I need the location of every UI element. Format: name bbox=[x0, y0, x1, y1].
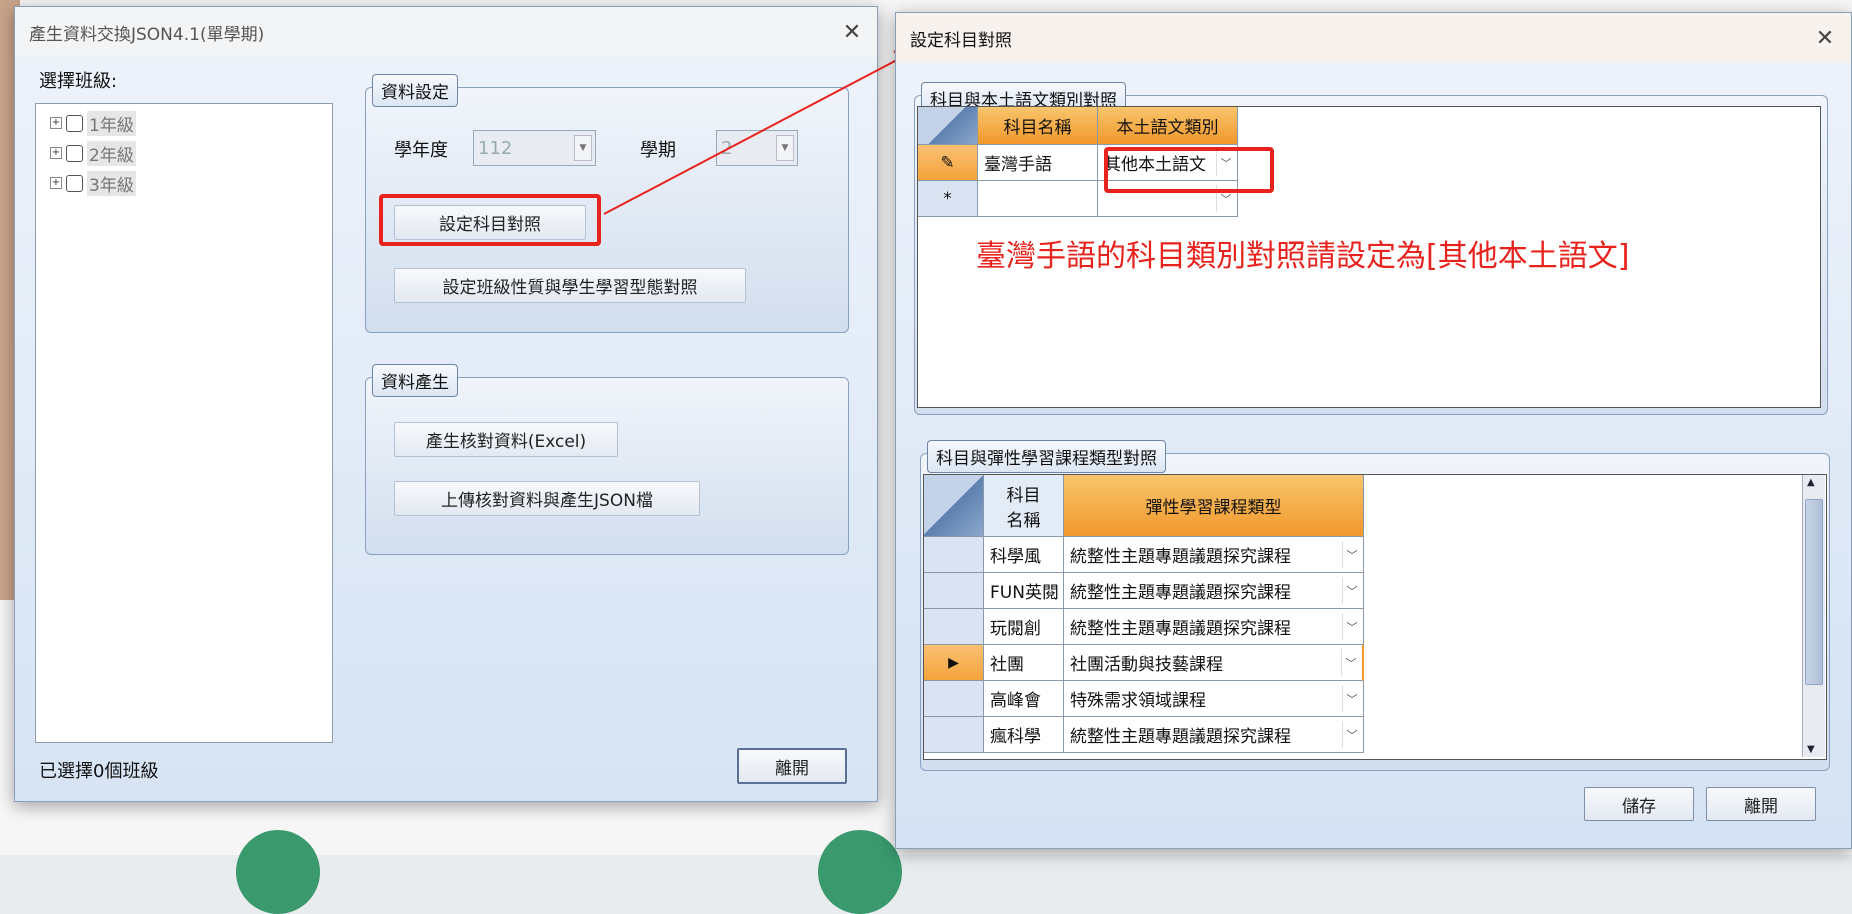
course-type-value: 特殊需求領域課程 bbox=[1070, 691, 1206, 711]
grid-corner bbox=[924, 475, 984, 537]
chevron-down-icon[interactable]: ﹀ bbox=[1216, 149, 1235, 176]
row-edit-icon[interactable]: ✎ bbox=[918, 145, 978, 181]
row-selected-icon[interactable]: ▶ bbox=[924, 645, 984, 681]
flexible-course-grid[interactable]: 科目 名稱 彈性學習課程類型 科學風 統整性主題專題議題探究課程 ﹀ FUN英閱… bbox=[923, 474, 1827, 760]
column-header[interactable]: 彈性學習課程類型 bbox=[1064, 475, 1364, 537]
scrollbar-thumb[interactable] bbox=[1805, 499, 1823, 685]
course-type-value: 社團活動與技藝課程 bbox=[1070, 655, 1223, 675]
close-icon[interactable]: ✕ bbox=[1810, 23, 1840, 53]
category-select[interactable]: 其他本土語文 ﹀ bbox=[1098, 145, 1238, 181]
group-caption: 科目與彈性學習課程類型對照 bbox=[927, 440, 1166, 473]
subject-map-window: 設定科目對照 ✕ 科目與本土語文類別對照 科目名稱 本土語文類別 ✎ 臺灣手語 … bbox=[895, 12, 1852, 849]
subject-cell[interactable]: 高峰會 bbox=[984, 681, 1064, 717]
course-type-select[interactable]: 統整性主題專題議題探究課程 ﹀ bbox=[1064, 537, 1364, 573]
save-button[interactable]: 儲存 bbox=[1584, 787, 1694, 821]
subject-cell[interactable]: 瘋科學 bbox=[984, 717, 1064, 753]
course-type-value: 統整性主題專題議題探究課程 bbox=[1070, 547, 1291, 567]
subject-cell[interactable]: 社團 bbox=[984, 645, 1064, 681]
chevron-down-icon[interactable]: ﹀ bbox=[1342, 685, 1361, 712]
new-row-icon[interactable]: * bbox=[918, 181, 978, 217]
category-select[interactable]: ﹀ bbox=[1098, 181, 1238, 217]
chevron-down-icon[interactable]: ﹀ bbox=[1342, 721, 1361, 748]
course-type-value: 統整性主題專題議題探究課程 bbox=[1070, 727, 1291, 747]
subject-cell[interactable]: 玩閱創 bbox=[984, 609, 1064, 645]
scroll-up-icon[interactable]: ▲ bbox=[1807, 477, 1815, 488]
chevron-down-icon[interactable]: ﹀ bbox=[1342, 577, 1361, 604]
chevron-down-icon[interactable]: ﹀ bbox=[1341, 649, 1360, 676]
course-type-select[interactable]: 統整性主題專題議題探究課程 ﹀ bbox=[1064, 717, 1364, 753]
chevron-down-icon[interactable]: ﹀ bbox=[1342, 613, 1361, 640]
row-header[interactable] bbox=[924, 717, 984, 753]
annotation-text: 臺灣手語的科目類別對照請設定為[其他本土語文] bbox=[976, 239, 1630, 274]
vertical-scrollbar[interactable]: ▲ ▼ bbox=[1802, 475, 1825, 757]
subject-cell[interactable] bbox=[978, 181, 1098, 217]
chevron-down-icon[interactable]: ﹀ bbox=[1216, 185, 1235, 212]
category-value: 其他本土語文 bbox=[1104, 155, 1206, 175]
course-type-select[interactable]: 特殊需求領域課程 ﹀ bbox=[1064, 681, 1364, 717]
flexible-course-group: 科目與彈性學習課程類型對照 科目 名稱 彈性學習課程類型 科學風 統整性主題專題… bbox=[920, 440, 1830, 771]
column-header[interactable]: 科目名稱 bbox=[978, 107, 1098, 145]
course-type-select[interactable]: 統整性主題專題議題探究課程 ﹀ bbox=[1064, 573, 1364, 609]
scroll-down-icon[interactable]: ▼ bbox=[1807, 744, 1815, 755]
window-title: 設定科目對照 bbox=[896, 13, 1851, 63]
column-header[interactable]: 科目 名稱 bbox=[984, 475, 1064, 537]
course-type-value: 統整性主題專題議題探究課程 bbox=[1070, 619, 1291, 639]
subject-cell[interactable]: 臺灣手語 bbox=[978, 145, 1098, 181]
row-header[interactable] bbox=[924, 573, 984, 609]
leave-button[interactable]: 離開 bbox=[1706, 787, 1816, 821]
course-type-value: 統整性主題專題議題探究課程 bbox=[1070, 583, 1291, 603]
column-header[interactable]: 本土語文類別 bbox=[1098, 107, 1238, 145]
row-header[interactable] bbox=[924, 681, 984, 717]
row-header[interactable] bbox=[924, 537, 984, 573]
subject-cell[interactable]: FUN英閱 bbox=[984, 573, 1064, 609]
row-header[interactable] bbox=[924, 609, 984, 645]
subject-cell[interactable]: 科學風 bbox=[984, 537, 1064, 573]
course-type-select[interactable]: 社團活動與技藝課程 ﹀ bbox=[1064, 645, 1364, 681]
chevron-down-icon[interactable]: ﹀ bbox=[1342, 541, 1361, 568]
grid-corner bbox=[918, 107, 978, 145]
course-type-select[interactable]: 統整性主題專題議題探究課程 ﹀ bbox=[1064, 609, 1364, 645]
